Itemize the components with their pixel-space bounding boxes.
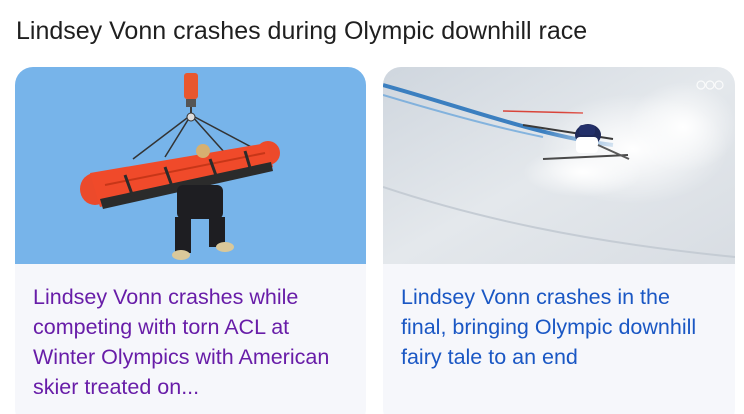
section-title: Lindsey Vonn crashes during Olympic down… <box>16 17 588 45</box>
story-card-2[interactable]: Lindsey Vonn crashes in the final, bring… <box>383 67 735 414</box>
helicopter-rescue-stretcher-photo <box>15 67 366 264</box>
top-stories-section: Lindsey Vonn crashes during Olympic down… <box>0 0 744 414</box>
story-card-1[interactable]: Lindsey Vonn crashes while competing wit… <box>15 67 366 414</box>
story-headline-link[interactable]: Lindsey Vonn crashes while competing wit… <box>33 282 350 402</box>
skier-crash-in-snow-photo <box>383 67 735 264</box>
story-headline-link[interactable]: Lindsey Vonn crashes in the final, bring… <box>401 282 719 372</box>
story-carousel: Lindsey Vonn crashes while competing wit… <box>15 67 735 414</box>
